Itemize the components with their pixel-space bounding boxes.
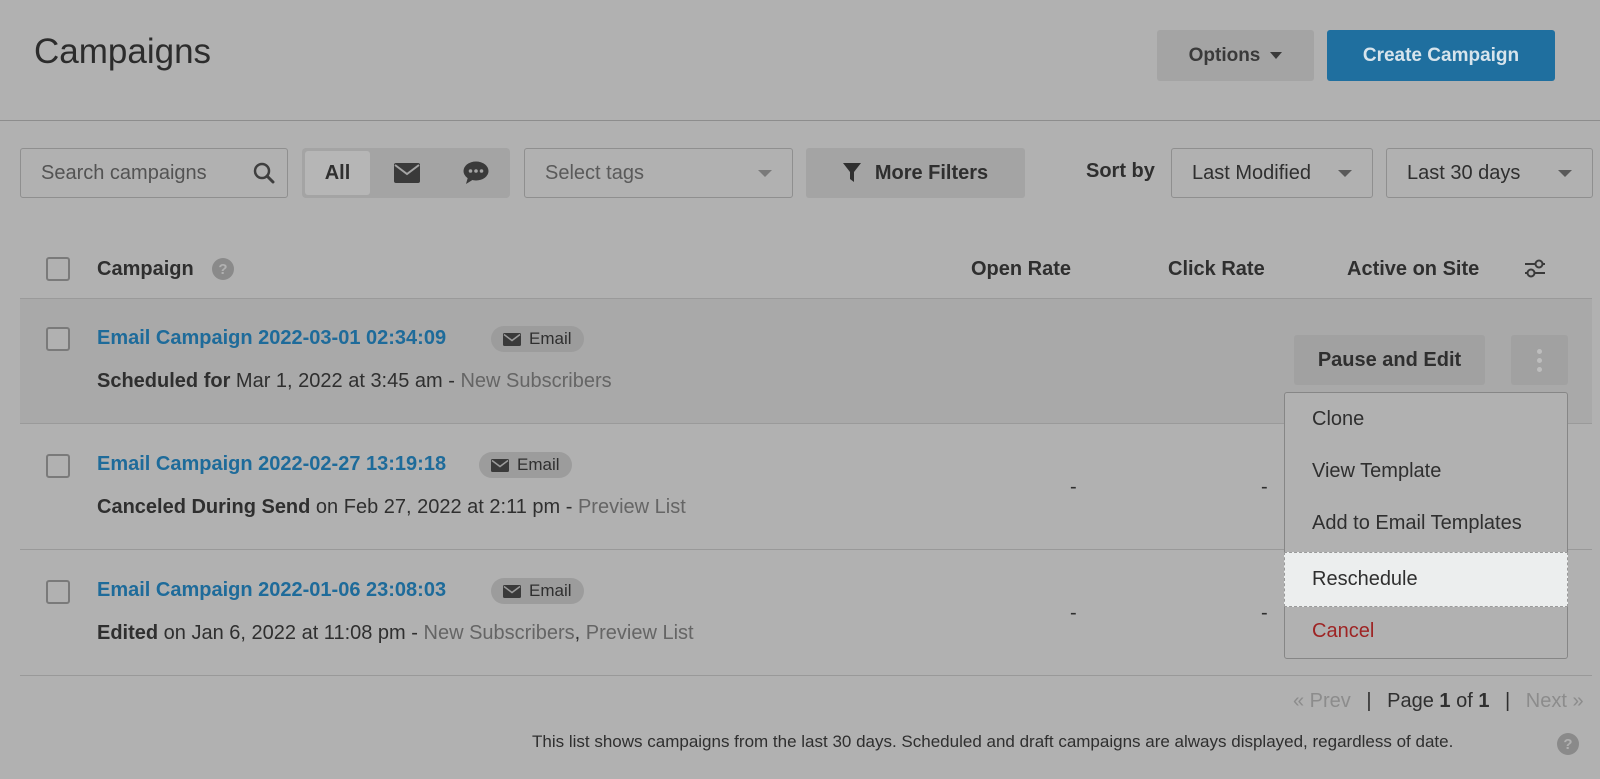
more-filters-label: More Filters xyxy=(874,161,989,184)
row-checkbox[interactable] xyxy=(46,454,70,478)
svg-text:?: ? xyxy=(218,261,227,278)
status-label: Scheduled for xyxy=(97,370,231,392)
search-input[interactable] xyxy=(21,149,241,197)
status-detail: Mar 1, 2022 at 3:45 am - xyxy=(230,370,461,392)
help-icon[interactable]: ? xyxy=(212,258,234,280)
page-of: of xyxy=(1450,690,1479,712)
badge-label: Email xyxy=(517,455,560,474)
search-box xyxy=(20,148,288,198)
campaign-link[interactable]: Email Campaign 2022-01-06 23:08:03 xyxy=(97,579,446,602)
envelope-icon xyxy=(491,458,509,472)
tags-placeholder: Select tags xyxy=(545,161,644,184)
status-detail: on Feb 27, 2022 at 2:11 pm - xyxy=(310,496,578,518)
row-actions-button[interactable] xyxy=(1511,335,1568,385)
filter-sms-button[interactable] xyxy=(443,151,508,195)
list-separator: , xyxy=(574,622,586,644)
prev-page-link[interactable]: « Prev xyxy=(1293,690,1351,712)
more-filters-button[interactable]: More Filters xyxy=(806,148,1025,198)
page-prefix: Page xyxy=(1387,690,1440,712)
row-checkbox[interactable] xyxy=(46,327,70,351)
caret-down-icon xyxy=(758,170,772,177)
column-settings-icon[interactable] xyxy=(1524,258,1546,280)
menu-item-cancel[interactable]: Cancel xyxy=(1285,605,1567,657)
open-rate-value: - xyxy=(1070,476,1077,498)
create-campaign-button[interactable]: Create Campaign xyxy=(1327,30,1555,81)
more-vertical-icon-dot xyxy=(1537,357,1542,363)
more-vertical-icon-dot xyxy=(1537,366,1542,372)
pager-separator: | xyxy=(1505,690,1511,712)
sort-value: Last Modified xyxy=(1192,161,1311,184)
click-rate-value: - xyxy=(1261,476,1268,498)
menu-item-add-to-email-templates[interactable]: Add to Email Templates xyxy=(1285,497,1567,549)
caret-down-icon xyxy=(1270,52,1283,59)
campaign-link[interactable]: Email Campaign 2022-02-27 13:19:18 xyxy=(97,453,446,476)
envelope-icon xyxy=(503,584,521,598)
campaign-status: Canceled During Send on Feb 27, 2022 at … xyxy=(97,496,686,519)
list-name: Preview List xyxy=(585,622,694,644)
date-range-value: Last 30 days xyxy=(1407,161,1521,184)
menu-item-clone[interactable]: Clone xyxy=(1285,393,1567,445)
list-name: New Subscribers xyxy=(460,370,612,392)
row-divider xyxy=(20,675,1592,676)
select-all-checkbox[interactable] xyxy=(46,257,70,281)
pager: « Prev | Page 1 of 1 | Next » xyxy=(1293,690,1584,713)
column-header-campaign[interactable]: Campaign xyxy=(97,258,194,281)
channel-badge: Email xyxy=(479,452,572,478)
channel-filter: All xyxy=(302,148,510,198)
options-label: Options xyxy=(1188,44,1261,66)
more-vertical-icon xyxy=(1537,348,1542,354)
options-button[interactable]: Options xyxy=(1157,30,1314,81)
footer-note: This list shows campaigns from the last … xyxy=(532,732,1454,751)
campaign-status: Scheduled for Mar 1, 2022 at 3:45 am - N… xyxy=(97,370,612,393)
tags-select[interactable]: Select tags xyxy=(524,148,793,198)
current-page: 1 xyxy=(1439,690,1451,712)
open-rate-value: - xyxy=(1070,602,1077,624)
filter-funnel-icon xyxy=(842,163,861,182)
chat-bubble-icon xyxy=(463,161,488,184)
status-label: Canceled During Send xyxy=(97,496,311,518)
row-actions-menu: Clone View Template Add to Email Templat… xyxy=(1284,392,1568,659)
column-header-click-rate[interactable]: Click Rate xyxy=(1168,258,1265,281)
badge-label: Email xyxy=(529,581,572,600)
help-icon[interactable]: ? xyxy=(1557,733,1579,755)
date-range-select[interactable]: Last 30 days xyxy=(1386,148,1593,198)
row-checkbox[interactable] xyxy=(46,580,70,604)
list-name: Preview List xyxy=(577,496,686,518)
campaign-status: Edited on Jan 6, 2022 at 11:08 pm - New … xyxy=(97,622,694,645)
filter-email-button[interactable] xyxy=(374,151,439,195)
channel-badge: Email xyxy=(491,326,584,352)
list-name: New Subscribers xyxy=(423,622,575,644)
page-title: Campaigns xyxy=(34,32,212,71)
menu-item-view-template[interactable]: View Template xyxy=(1285,445,1567,497)
status-label: Edited xyxy=(97,622,159,644)
badge-label: Email xyxy=(529,329,572,348)
search-icon[interactable] xyxy=(253,162,275,184)
click-rate-value: - xyxy=(1261,602,1268,624)
header-divider xyxy=(0,120,1600,121)
column-header-open-rate[interactable]: Open Rate xyxy=(971,258,1071,281)
filter-all-button[interactable]: All xyxy=(305,151,370,195)
sort-select[interactable]: Last Modified xyxy=(1171,148,1373,198)
sort-by-label: Sort by xyxy=(1086,160,1155,182)
caret-down-icon xyxy=(1338,170,1352,177)
caret-down-icon xyxy=(1558,170,1572,177)
status-detail: on Jan 6, 2022 at 11:08 pm - xyxy=(158,622,424,644)
pager-separator: | xyxy=(1366,690,1372,712)
menu-item-reschedule[interactable]: Reschedule xyxy=(1284,552,1568,607)
next-page-link[interactable]: Next » xyxy=(1526,690,1584,712)
channel-badge: Email xyxy=(491,578,584,604)
campaign-link[interactable]: Email Campaign 2022-03-01 02:34:09 xyxy=(97,327,446,350)
total-pages: 1 xyxy=(1478,690,1490,712)
svg-text:?: ? xyxy=(1563,736,1572,753)
column-header-active-on-site[interactable]: Active on Site xyxy=(1347,258,1479,281)
envelope-icon xyxy=(393,163,420,183)
envelope-icon xyxy=(503,332,521,346)
pause-and-edit-button[interactable]: Pause and Edit xyxy=(1294,335,1485,385)
